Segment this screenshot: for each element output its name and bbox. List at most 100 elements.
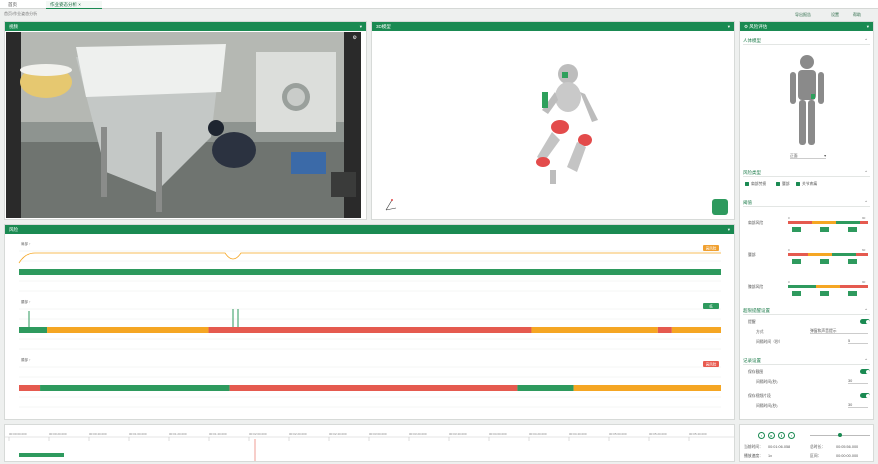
speed-label: 播放速度： [744,454,763,458]
pause-button[interactable]: ‖ [778,432,785,439]
threshold-value-box [820,227,829,232]
ruler-tick-label: 00:02:00.000 [249,432,267,436]
collapse-icon[interactable]: ▾ [728,225,730,234]
help-button[interactable]: 帮助 [853,12,861,18]
playback-progress [19,453,64,457]
export-report-button[interactable]: 导出报告 [795,12,811,18]
tab-home[interactable]: 首页 [4,1,36,9]
mannequin-figure [536,64,598,184]
speed-value: 1x [768,454,773,458]
checkbox-joint-label: 关节疼痛 [802,182,818,186]
collapse-icon[interactable]: ▾ [360,22,362,31]
risk-type-section-title: 风险类型 [743,170,761,175]
alert-mode-value: 弹窗和声音提示 [810,329,837,333]
model-panel-header: 3D模型 ▾ [372,22,734,31]
risk-timeline-title: 风险 [9,227,18,232]
3d-model-view[interactable] [372,32,734,219]
threshold-scale-high: 60 [862,248,866,252]
threshold-label: 肩部风险 [748,220,763,225]
chevron-up-icon: ⌃ [864,38,868,43]
clip-interval-label: 间隔时间(秒) [756,404,778,408]
video-frame-image [20,32,356,218]
chevron-up-icon: ⌃ [864,170,868,175]
threshold-scale-low: 0 [788,216,790,220]
tab-home-label: 首页 [8,2,17,7]
risk-segment [573,385,721,391]
gear-icon[interactable]: ⚙ [353,35,357,41]
speed-slider-handle[interactable] [838,433,842,437]
video-panel-title: 视频 [9,24,18,29]
threshold-scale-low: 0 [788,280,790,284]
chevron-up-icon: ⌃ [864,358,868,363]
checkbox-waist[interactable] [776,182,780,186]
current-time-label: 当前时间： [744,445,763,449]
risk-assessment-panel: ⚙ 风险评估 ▾ 人体模型 ⌃ 正面 ▾ 风险类型 ⌃ 肩部劳损 腰部 关节疼痛 阈值 ⌃… [739,21,874,420]
time-ruler[interactable]: 00:00:00.000 00:00:20.000 00:00:40.000 00:0… [5,425,734,461]
checkbox-shoulder-label: 肩部劳损 [751,182,767,186]
clip-interval-input[interactable]: 30 [848,402,868,408]
save-clip-label: 保存视频片段 [748,394,771,398]
alert-mode-select[interactable]: 弹窗和声音提示 [810,328,868,334]
screenshot-interval-input[interactable]: 30 [848,378,868,384]
tab-pose-analysis[interactable]: 作业姿态分析 × [46,1,102,9]
risk-segment [208,327,532,333]
save-clip-toggle[interactable] [860,393,870,398]
range-label: 区间： [810,454,822,458]
alert-section-header[interactable]: 超限提醒设置 ⌃ [743,306,870,315]
model-panel: 3D模型 ▾ [371,21,735,220]
ruler-tick-label: 00:05:20.000 [649,432,667,436]
prev-frame-button[interactable]: ‹ [758,432,765,439]
threshold-sliders[interactable]: 肩部风险 0 90 腰部 0 60 膝部风险 0 90 [740,208,873,298]
risk-type-section-header[interactable]: 风险类型 ⌃ [743,168,870,177]
record-section-title: 记录设置 [743,358,761,363]
threshold-segment [836,221,860,224]
threshold-segment [840,285,868,288]
ruler-tick-label: 00:01:20.000 [169,432,187,436]
threshold-section-header[interactable]: 阈值 ⌃ [743,198,870,207]
collapse-icon[interactable]: ▾ [867,22,869,31]
threshold-scale-high: 90 [862,280,866,284]
threshold-section-title: 阈值 [743,200,752,205]
alert-toggle-label: 提醒 [748,320,756,324]
checkbox-joint[interactable] [796,182,800,186]
threshold-segment [832,253,856,256]
alert-mode-label: 方式 [756,330,764,334]
risk-timeline-header: 风险 ▾ [5,225,734,234]
tab-bar: 首页 作业姿态分析 × [0,0,878,9]
risk-segment [40,385,230,391]
body-silhouette-image[interactable] [785,52,830,152]
threshold-value-box [820,291,829,296]
player-controls-panel: ‹ ▸ ‖ › 当前时间： 00:01:06.058 总时长： 00:05:56… [739,424,874,462]
ruler-tick-label: 00:01:40.000 [209,432,227,436]
checkbox-shoulder[interactable] [745,182,749,186]
video-player[interactable]: ⚙ [6,32,361,218]
risk-badge-text: 高风险 [706,362,717,367]
ruler-tick-label: 00:04:20.000 [529,432,547,436]
threshold-value-box [848,259,857,264]
chevron-up-icon: ⌃ [864,200,868,205]
threshold-value-box [820,259,829,264]
risk-segment [517,385,574,391]
threshold-label: 膝部风险 [748,284,763,289]
risk-segment [19,269,721,275]
body-view-select[interactable]: 正面 ▾ [790,153,826,159]
track-label: 膝部 ↑ [21,357,31,362]
threshold-value-box [792,259,801,264]
settings-button[interactable]: 设置 [831,12,839,18]
body-model-section-header[interactable]: 人体模型 ⌃ [743,36,870,45]
play-button[interactable]: ▸ [768,432,775,439]
alert-toggle[interactable] [860,319,870,324]
threshold-segment [788,285,816,288]
risk-segment [19,327,48,333]
view-cube-icon[interactable] [712,199,728,215]
axis-gizmo [385,199,397,211]
record-section-header[interactable]: 记录设置 ⌃ [743,356,870,365]
next-frame-button[interactable]: › [788,432,795,439]
video-panel-header: 视频 ▾ [5,22,366,31]
save-screenshot-toggle[interactable] [860,369,870,374]
save-screenshot-label: 保存截图 [748,370,764,374]
video-panel: 视频 ▾ ⚙ [4,21,367,220]
ruler-tick-label: 00:03:40.000 [449,432,467,436]
alert-interval-input[interactable]: 5 [848,338,868,344]
collapse-icon[interactable]: ▾ [728,22,730,31]
